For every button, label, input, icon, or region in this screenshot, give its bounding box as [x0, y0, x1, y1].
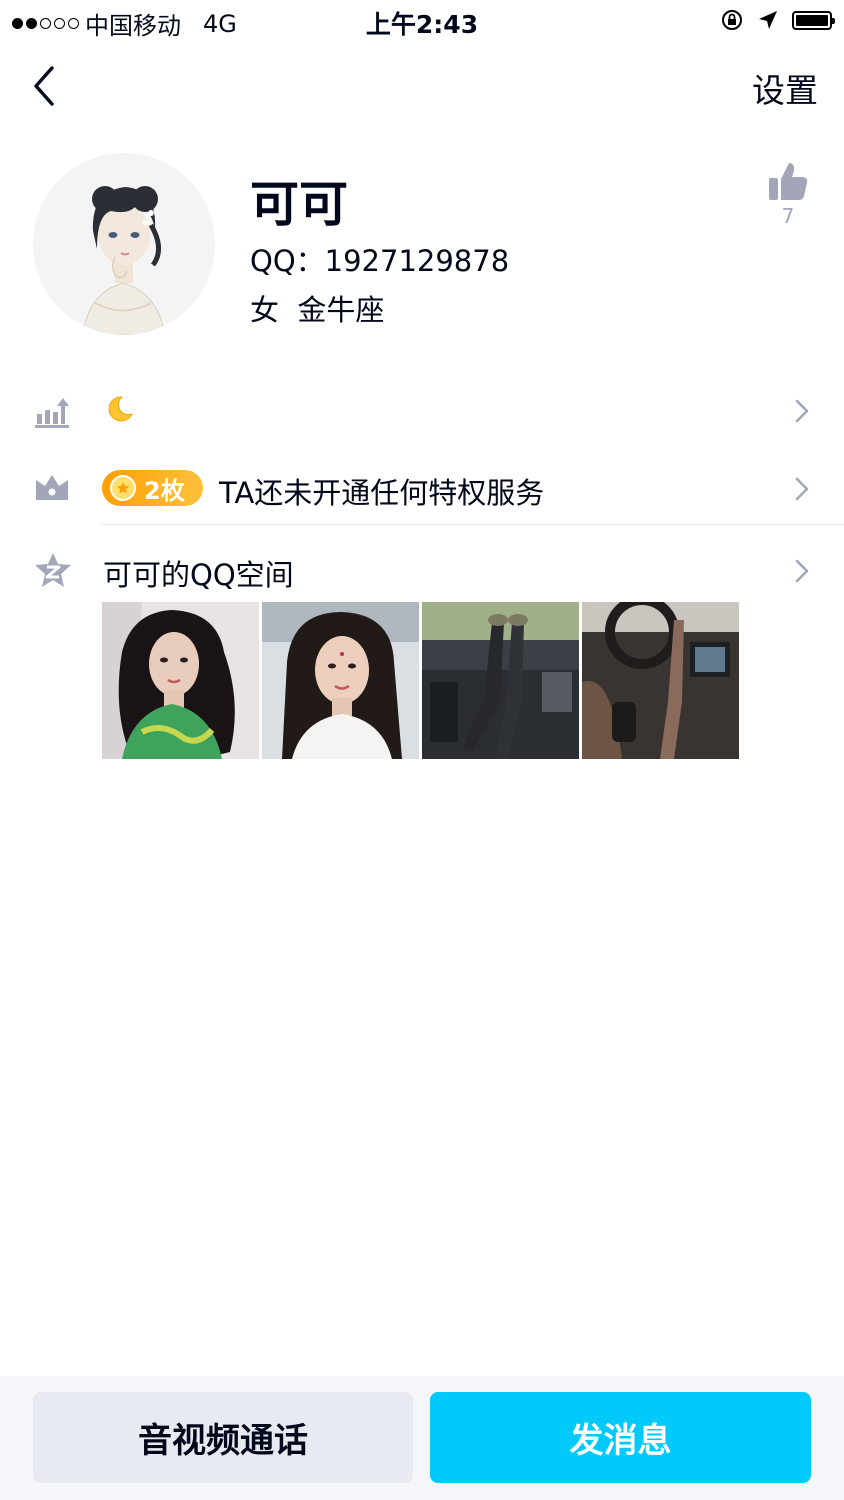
moon-icon: [108, 396, 133, 422]
crown-icon: [36, 475, 68, 500]
qzone-photo-4[interactable]: [582, 602, 739, 759]
qzone-photo-3[interactable]: [422, 602, 579, 759]
thumbs-up-icon: [769, 163, 808, 200]
avatar-illustration: [33, 153, 215, 335]
chevron-right-icon: [795, 399, 809, 423]
status-time: 上午2:43: [365, 10, 479, 39]
av-call-button[interactable]: 音视频通话: [33, 1392, 413, 1483]
coin-badge: 2枚: [102, 470, 203, 506]
profile-name: 可可: [250, 176, 349, 233]
location-arrow-icon: [759, 11, 777, 29]
chevron-right-icon: [795, 559, 809, 583]
level-icon: [35, 398, 69, 428]
back-button[interactable]: [28, 64, 68, 108]
send-message-button[interactable]: 发消息: [430, 1392, 811, 1483]
qzone-photo-1[interactable]: [102, 602, 259, 759]
qzone-title: 可可的QQ空间: [103, 558, 294, 592]
level-row[interactable]: [0, 388, 844, 436]
qzone-photo-2[interactable]: [262, 602, 419, 759]
qq-number: QQ：1927129878: [250, 244, 510, 278]
qzone-photos: [102, 602, 739, 759]
avatar[interactable]: [33, 153, 215, 335]
status-bar: 中国移动 4G 上午2:43: [0, 0, 844, 42]
like-count: 7: [781, 204, 795, 228]
rotation-lock-icon: [722, 10, 742, 30]
chevron-right-icon: [795, 477, 809, 501]
chevron-left-icon: [34, 66, 54, 106]
battery-icon: [792, 10, 835, 30]
badge-label: 2枚: [144, 476, 185, 505]
divider: [102, 524, 844, 525]
status-right: [720, 8, 835, 32]
privilege-text: TA还未开通任何特权服务: [219, 476, 545, 510]
qzone-star-icon: [35, 553, 71, 587]
settings-button[interactable]: 设置: [752, 64, 818, 112]
like-button[interactable]: 7: [760, 160, 816, 228]
gender-zodiac: 女 金牛座: [250, 293, 385, 327]
bottom-action-bar: 音视频通话 发消息: [0, 1376, 844, 1500]
star-coin-icon: [110, 475, 136, 501]
